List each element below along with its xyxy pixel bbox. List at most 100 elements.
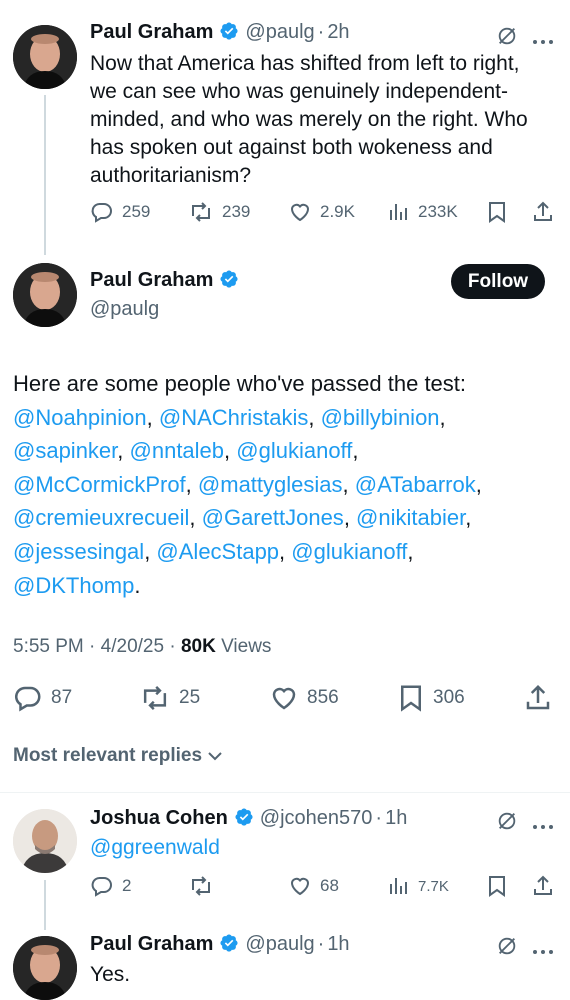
avatar[interactable] (13, 263, 77, 327)
follow-button[interactable]: Follow (451, 264, 545, 299)
views-label: Views (221, 636, 272, 657)
avatar[interactable] (13, 25, 77, 89)
timestamp[interactable]: 1h (385, 807, 407, 829)
author-name[interactable]: Paul Graham (90, 933, 213, 955)
verified-badge-icon (219, 269, 239, 294)
tweet-header: Joshua Cohen @jcohen570 · 1h (90, 807, 407, 832)
repost-count: 239 (222, 202, 251, 221)
timestamp[interactable]: 1h (327, 933, 349, 955)
punctuation: , (475, 471, 482, 497)
author-name[interactable]: Paul Graham (90, 269, 213, 291)
tweet-text-line: authoritarianism? (90, 164, 252, 187)
author-block: Paul Graham (90, 269, 245, 294)
share-button[interactable] (531, 874, 563, 898)
mention-link[interactable]: @McCormickProf (13, 472, 186, 497)
like-count: 856 (307, 687, 339, 708)
mention-link[interactable]: @Noahpinion (13, 405, 147, 430)
reply-count: 259 (122, 202, 151, 221)
separator: · (169, 636, 176, 657)
reply-button[interactable]: 259 (90, 200, 150, 224)
mention-line: @sapinker, @nntaleb, @glukianoff, (13, 434, 563, 468)
bookmark-count: 306 (433, 687, 465, 708)
views-button[interactable]: 233K (386, 200, 458, 224)
heart-icon (272, 687, 296, 710)
views-button[interactable]: 7.7K (386, 874, 449, 898)
mention-line: @jessesingal, @AlecStapp, @glukianoff, (13, 535, 563, 569)
mention-line: @Noahpinion, @NAChristakis, @billybinion… (13, 401, 563, 435)
mention-link[interactable]: @AlecStapp (156, 539, 279, 564)
reply-count: 2 (122, 876, 132, 895)
like-button[interactable]: 2.9K (288, 200, 355, 224)
tweet-text-line: has spoken out against both wokeness and (90, 136, 493, 159)
mention-link[interactable]: @sapinker (13, 438, 117, 463)
punctuation: , (146, 404, 159, 430)
like-button[interactable]: 856 (269, 683, 339, 713)
mention-link[interactable]: @GarettJones (202, 505, 344, 530)
mention-link[interactable]: @nikitabier (356, 505, 465, 530)
separator: · (375, 807, 383, 829)
mention-link[interactable]: @glukianoff (291, 539, 407, 564)
author-handle[interactable]: @paulg (245, 21, 314, 43)
like-count: 68 (320, 876, 339, 895)
author-handle[interactable]: @paulg (90, 298, 159, 321)
mention-link[interactable]: @DKThomp (13, 573, 134, 598)
reply-button[interactable]: 2 (90, 874, 131, 898)
mention-link[interactable]: @glukianoff (236, 438, 352, 463)
post-date[interactable]: 4/20/25 (101, 636, 164, 657)
mention-link[interactable]: @ATabarrok (355, 472, 476, 497)
bookmark-button[interactable] (486, 874, 516, 898)
sort-replies-dropdown[interactable]: Most relevant replies (13, 745, 224, 767)
mention-line: @McCormickProf, @mattyglesias, @ATabarro… (13, 468, 563, 502)
share-button[interactable] (523, 683, 561, 713)
bookmark-button[interactable]: 306 (397, 683, 465, 713)
bookmark-button[interactable] (486, 200, 516, 224)
tweet-text: Now that America has shifted from left t… (90, 50, 560, 190)
mention-link[interactable]: @cremieuxrecueil (13, 505, 189, 530)
bookmark-icon (489, 876, 505, 897)
avatar[interactable] (13, 809, 77, 873)
mention-link[interactable]: @NAChristakis (159, 405, 308, 430)
punctuation: , (117, 438, 130, 464)
punctuation: , (342, 471, 355, 497)
share-icon (526, 684, 550, 710)
heart-icon (290, 203, 310, 222)
grok-icon[interactable] (496, 25, 518, 52)
post-time[interactable]: 5:55 PM (13, 636, 84, 657)
heart-icon (290, 877, 310, 896)
like-button[interactable]: 68 (288, 874, 339, 898)
grok-icon[interactable] (496, 935, 518, 962)
repost-button[interactable]: 25 (139, 683, 200, 713)
author-name[interactable]: Joshua Cohen (90, 807, 228, 829)
tweet-text-line: minded, and who was merely on the right.… (90, 108, 528, 131)
thread-line (44, 880, 46, 930)
punctuation: , (144, 538, 157, 564)
repost-button[interactable]: 239 (188, 200, 250, 224)
tweet-text-line: we can see who was genuinely independent… (90, 80, 508, 103)
more-icon[interactable] (532, 32, 554, 50)
author-handle[interactable]: @paulg (245, 933, 314, 955)
repost-button[interactable] (188, 874, 222, 898)
punctuation: , (439, 404, 446, 430)
mention-link[interactable]: @nntaleb (130, 438, 225, 463)
punctuation: , (224, 438, 237, 464)
bookmark-icon (489, 202, 505, 223)
repost-icon (143, 686, 167, 710)
views-icon (390, 204, 407, 220)
punctuation: , (407, 538, 414, 564)
tweet-intro: Here are some people who've passed the t… (13, 371, 467, 396)
avatar[interactable] (13, 936, 77, 1000)
more-icon[interactable] (532, 942, 554, 960)
timestamp[interactable]: 2h (327, 21, 349, 43)
punctuation: , (185, 471, 198, 497)
more-icon[interactable] (532, 817, 554, 835)
reply-text-mention[interactable]: @ggreenwald (90, 836, 220, 860)
share-button[interactable] (531, 200, 563, 224)
reply-button[interactable]: 87 (13, 683, 72, 713)
mention-link[interactable]: @mattyglesias (198, 472, 343, 497)
mention-link[interactable]: @billybinion (321, 405, 440, 430)
author-name[interactable]: Paul Graham (90, 21, 213, 43)
author-handle[interactable]: @jcohen570 (260, 807, 373, 829)
grok-icon[interactable] (496, 810, 518, 837)
mention-link[interactable]: @jessesingal (13, 539, 144, 564)
share-icon (534, 201, 552, 221)
